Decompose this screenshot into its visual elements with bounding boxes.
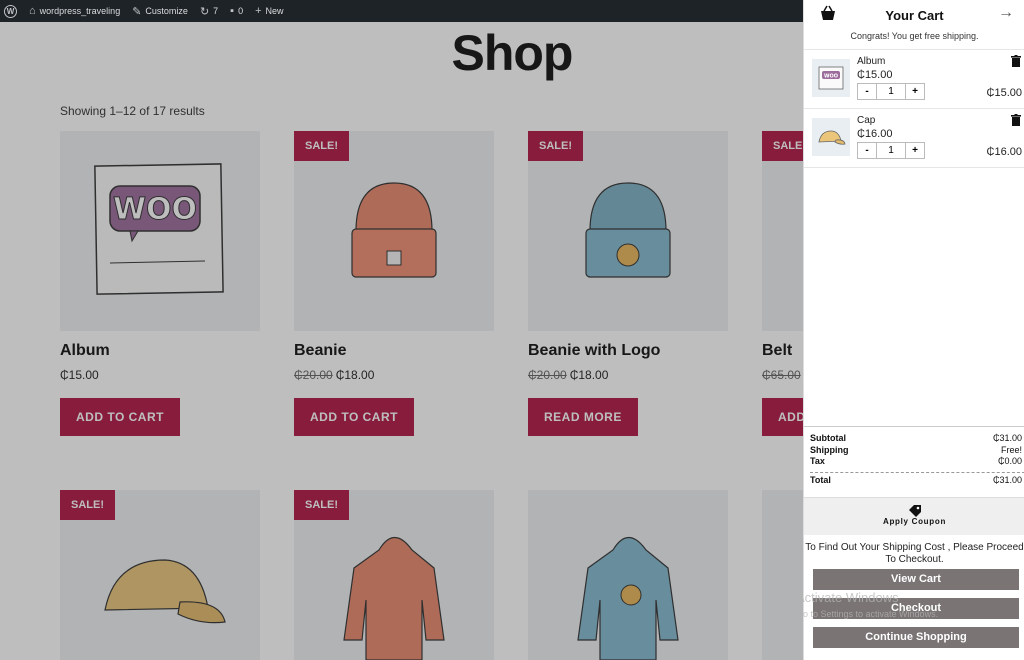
cart-item-cap: Cap ₵16.00 - 1 + ₵16.00 xyxy=(804,110,1024,168)
close-arrow-icon[interactable]: → xyxy=(998,4,1014,22)
cart-item-name[interactable]: Album xyxy=(857,56,885,67)
tax-value: ₵0.00 xyxy=(997,456,1022,466)
increase-qty-button[interactable]: + xyxy=(906,84,924,99)
updates-icon: ↻ xyxy=(199,5,210,18)
new-label: New xyxy=(265,6,284,16)
admin-comments-link[interactable]: ▪ 0 xyxy=(230,5,243,17)
free-shipping-message: Congrats! You get free shipping. xyxy=(850,31,979,41)
total-row: Total ₵31.00 xyxy=(804,475,1024,487)
tax-row: Tax ₵0.00 xyxy=(804,456,1024,468)
quantity-input[interactable]: 1 xyxy=(876,84,906,99)
side-cart-panel: Your Cart → Congrats! You get free shipp… xyxy=(803,0,1024,660)
decrease-qty-button[interactable]: - xyxy=(858,143,876,158)
customize-label: Customize xyxy=(145,6,188,16)
cart-item-price: ₵15.00 xyxy=(857,69,893,81)
shipping-label: Shipping xyxy=(810,444,849,455)
shipping-cost-message: To Find Out Your Shipping Cost , Please … xyxy=(805,542,1024,565)
trash-icon[interactable] xyxy=(1011,114,1021,126)
decrease-qty-button[interactable]: - xyxy=(858,84,876,99)
wordpress-logo-icon[interactable]: W xyxy=(4,4,17,18)
admin-updates-link[interactable]: ↻ 7 xyxy=(200,5,218,18)
album-thumb-drawing: WOO xyxy=(818,66,844,90)
cap-thumb-drawing xyxy=(818,130,846,145)
admin-customize-link[interactable]: ✎ Customize xyxy=(132,5,188,18)
tax-label: Tax xyxy=(810,456,825,466)
cart-item-name[interactable]: Cap xyxy=(857,115,875,126)
brush-icon: ✎ xyxy=(132,5,142,18)
quantity-stepper: - 1 + xyxy=(857,83,925,100)
plus-icon: + xyxy=(255,5,262,17)
subtotal-value: ₵31.00 xyxy=(992,433,1022,443)
admin-new-link[interactable]: + New xyxy=(255,5,283,17)
activate-windows-watermark: Activate Windows xyxy=(796,590,899,605)
comments-count: 0 xyxy=(238,6,244,16)
home-icon: ⌂ xyxy=(29,5,36,17)
apply-coupon-button[interactable]: Apply Coupon xyxy=(804,497,1024,535)
cart-item-thumbnail[interactable] xyxy=(812,118,850,156)
cart-item-total: ₵16.00 xyxy=(986,146,1022,158)
cart-header: Your Cart → Congrats! You get free shipp… xyxy=(804,0,1024,50)
thumb-logo-text: WOO xyxy=(824,74,838,80)
comment-icon: ▪ xyxy=(230,5,235,17)
cart-item-total: ₵15.00 xyxy=(986,87,1022,99)
site-name: wordpress_traveling xyxy=(39,6,121,16)
total-value: ₵31.00 xyxy=(992,474,1022,485)
total-label: Total xyxy=(810,474,831,485)
shipping-value: Free! xyxy=(1000,444,1022,455)
cart-totals: Subtotal ₵31.00 Shipping Free! Tax ₵0.00… xyxy=(804,426,1024,486)
cart-title: Your Cart xyxy=(885,8,944,23)
view-cart-button[interactable]: View Cart xyxy=(813,569,1019,590)
coupon-tag-icon xyxy=(908,505,921,517)
admin-site-link[interactable]: ⌂ wordpress_traveling xyxy=(29,5,120,17)
activate-windows-subtext: Go to Settings to activate Windows. xyxy=(796,609,939,619)
quantity-input[interactable]: 1 xyxy=(876,143,906,158)
cart-item-thumbnail[interactable]: WOO xyxy=(812,59,850,97)
coupon-label: Apply Coupon xyxy=(882,517,947,526)
trash-icon[interactable] xyxy=(1011,55,1021,67)
increase-qty-button[interactable]: + xyxy=(906,143,924,158)
continue-shopping-button[interactable]: Continue Shopping xyxy=(813,627,1019,648)
subtotal-row: Subtotal ₵31.00 xyxy=(804,433,1024,445)
cart-item-album: WOO Album ₵15.00 - 1 + ₵15.00 xyxy=(804,51,1024,109)
quantity-stepper: - 1 + xyxy=(857,142,925,159)
updates-count: 7 xyxy=(213,6,219,16)
shipping-row: Shipping Free! xyxy=(804,445,1024,457)
subtotal-label: Subtotal xyxy=(810,433,846,443)
cart-backdrop-overlay[interactable] xyxy=(0,22,803,660)
cart-item-price: ₵16.00 xyxy=(857,128,893,140)
